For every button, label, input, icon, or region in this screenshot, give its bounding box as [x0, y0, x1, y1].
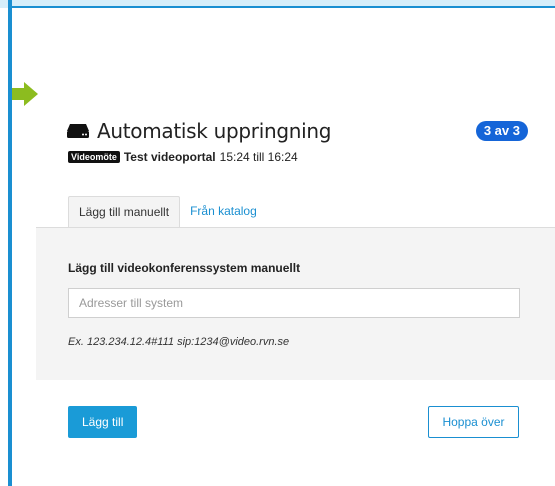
left-rail — [8, 0, 12, 486]
tab-catalog[interactable]: Från katalog — [180, 196, 267, 227]
video-device-icon — [67, 124, 89, 138]
address-input[interactable] — [68, 288, 520, 318]
meeting-info: Videomöte Test videoportal 15:24 till 16… — [68, 150, 298, 164]
add-button[interactable]: Lägg till — [68, 406, 138, 438]
dialog-header: Automatisk uppringning 3 av 3 — [66, 116, 528, 146]
meeting-type-tag: Videomöte — [68, 151, 120, 163]
manual-panel: Lägg till videokonferenssystem manuellt … — [36, 227, 555, 380]
dialog-title: Automatisk uppringning — [97, 119, 332, 143]
top-panel-border — [12, 0, 555, 8]
tab-manual[interactable]: Lägg till manuellt — [68, 196, 181, 227]
manual-heading: Lägg till videokonferenssystem manuellt — [68, 261, 301, 275]
skip-button[interactable]: Hoppa över — [428, 406, 519, 438]
meeting-name: Test videoportal — [123, 150, 216, 164]
tab-bar: Lägg till manuellt Från katalog — [68, 196, 267, 228]
meeting-time: 15:24 till 16:24 — [219, 150, 298, 164]
step-badge: 3 av 3 — [475, 121, 528, 141]
example-hint: Ex. 123.234.12.4#111 sip:1234@video.rvn.… — [68, 336, 290, 348]
